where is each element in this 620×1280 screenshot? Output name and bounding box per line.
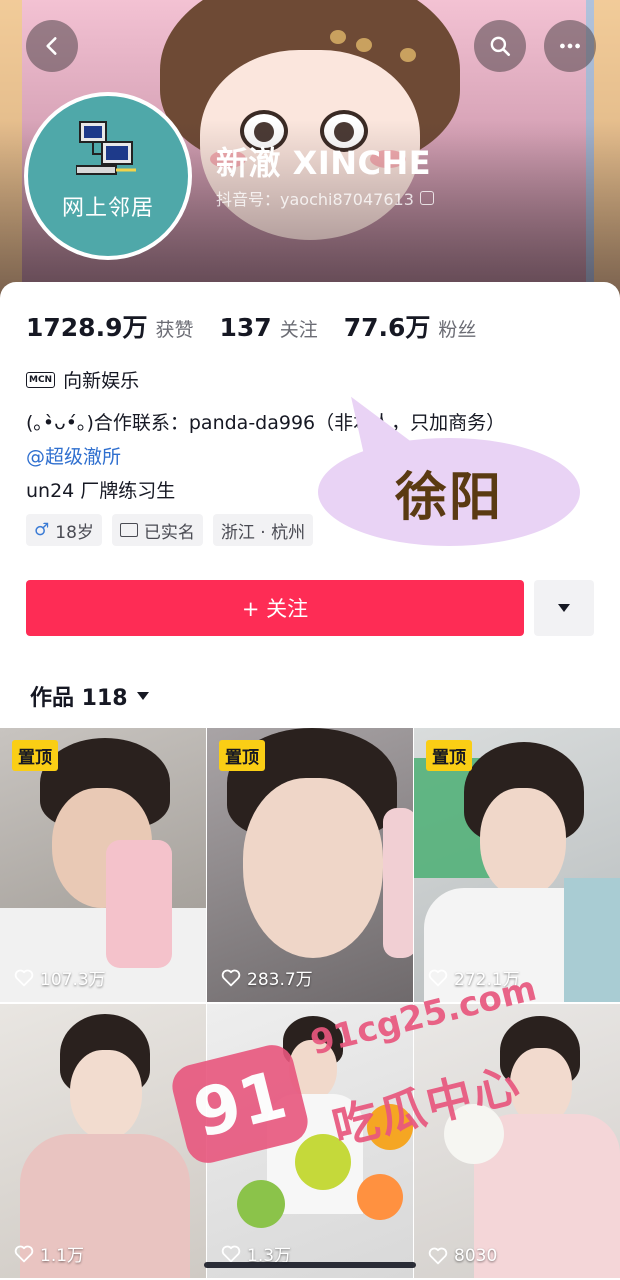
- heart-icon: [428, 969, 448, 986]
- tag-verified: 已实名: [111, 514, 203, 546]
- male-icon: ♂: [34, 520, 50, 540]
- more-options-button[interactable]: [544, 20, 596, 72]
- recommend-dropdown-button[interactable]: [534, 580, 594, 636]
- avatar[interactable]: 网上邻居: [24, 92, 192, 260]
- video-likes-count: 1.1万: [40, 1246, 85, 1266]
- bio-trainee: un24 厂牌练习生: [26, 480, 176, 502]
- works-tab[interactable]: 作品 118: [30, 680, 150, 712]
- video-likes-count: 283.7万: [247, 970, 313, 990]
- video-thumbnail[interactable]: 8030: [414, 1004, 620, 1278]
- profile-name: 新澈 XINCHE: [216, 144, 432, 182]
- speech-bubble: 徐阳: [318, 438, 580, 546]
- home-indicator[interactable]: [204, 1262, 416, 1268]
- video-likes: 107.3万: [14, 965, 106, 990]
- copy-icon[interactable]: [419, 191, 434, 205]
- pinned-badge: 置顶: [12, 740, 58, 771]
- thumbnail-phone: [106, 840, 172, 968]
- stats-row: 1728.9万 获赞 137 关注 77.6万 粉丝: [26, 308, 502, 344]
- network-computer-icon: [76, 121, 136, 175]
- id-card-icon: [119, 523, 138, 537]
- tag-location-text: 浙江 · 杭州: [220, 522, 306, 543]
- avatar-text: 网上邻居: [61, 196, 154, 221]
- douyin-id-text: 抖音号：yaochi87047613: [216, 190, 414, 209]
- back-button[interactable]: [26, 20, 78, 72]
- video-likes: 8030: [428, 1246, 497, 1266]
- heart-icon: [14, 969, 34, 986]
- heart-icon: [14, 1245, 34, 1262]
- thumbnail-balloon: [357, 1174, 403, 1220]
- following-count[interactable]: 137: [220, 313, 272, 342]
- pinned-badge: 置顶: [426, 740, 472, 771]
- caret-down-icon: [136, 692, 149, 700]
- followers-count[interactable]: 77.6万: [344, 308, 431, 344]
- likes-label: 获赞: [155, 319, 194, 341]
- video-thumbnail[interactable]: 置顶 107.3万: [0, 728, 206, 1002]
- search-button[interactable]: [474, 20, 526, 72]
- mcn-icon: MCN: [26, 371, 56, 388]
- heart-icon: [221, 969, 241, 986]
- likes-count: 1728.9万: [26, 313, 148, 342]
- ellipsis-icon: [560, 43, 580, 49]
- banner-cartoon-spot: [330, 30, 346, 44]
- video-likes: 283.7万: [221, 965, 313, 990]
- profile-tags: ♂ 18岁 已实名 浙江 · 杭州: [26, 514, 314, 546]
- pinned-badge: 置顶: [219, 740, 265, 771]
- mcn-row[interactable]: MCN 向新娱乐: [26, 366, 139, 393]
- video-thumbnail[interactable]: 置顶 272.1万: [414, 728, 620, 1002]
- bio-mention-link[interactable]: @超级澈所: [26, 442, 121, 469]
- heart-icon: [221, 1245, 241, 1262]
- works-label: 作品 118: [30, 686, 128, 711]
- speech-bubble-text: 徐阳: [394, 467, 503, 528]
- thumbnail-figure: [480, 788, 566, 898]
- followers-label[interactable]: 粉丝: [438, 315, 476, 342]
- video-likes-count: 8030: [454, 1246, 498, 1266]
- tag-verified-text: 已实名: [143, 522, 195, 543]
- caret-down-icon: [558, 604, 570, 612]
- following-label[interactable]: 关注: [280, 315, 318, 342]
- bio-contact: (｡•̀ᴗ•́｡)合作联系：panda-da996（非本人，只加商务）: [26, 412, 506, 434]
- video-likes: 1.1万: [14, 1241, 84, 1266]
- mcn-name: 向新娱乐: [63, 370, 140, 392]
- thumbnail-figure: [564, 878, 620, 1002]
- follow-button-label: + 关注: [241, 597, 309, 621]
- banner-cartoon-spot: [356, 38, 372, 52]
- tag-location: 浙江 · 杭州: [212, 514, 314, 546]
- banner-cartoon-spot: [400, 48, 416, 62]
- thumbnail-figure: [70, 1050, 142, 1140]
- video-thumbnail[interactable]: 1.1万: [0, 1004, 206, 1278]
- douyin-id[interactable]: 抖音号：yaochi87047613: [216, 186, 434, 210]
- tag-age-text: 18岁: [55, 522, 94, 543]
- search-icon: [490, 36, 510, 56]
- video-likes-count: 107.3万: [40, 970, 106, 990]
- thumbnail-figure: [243, 778, 383, 958]
- thumbnail-balloon: [237, 1180, 285, 1228]
- heart-icon: [428, 1247, 448, 1265]
- avatar-image: 网上邻居: [28, 96, 188, 256]
- tag-age: ♂ 18岁: [26, 514, 102, 546]
- video-thumbnail[interactable]: 置顶 283.7万: [207, 728, 413, 1002]
- chevron-left-icon: [46, 37, 57, 55]
- thumbnail-phone: [383, 808, 413, 958]
- follow-button[interactable]: + 关注: [26, 580, 524, 636]
